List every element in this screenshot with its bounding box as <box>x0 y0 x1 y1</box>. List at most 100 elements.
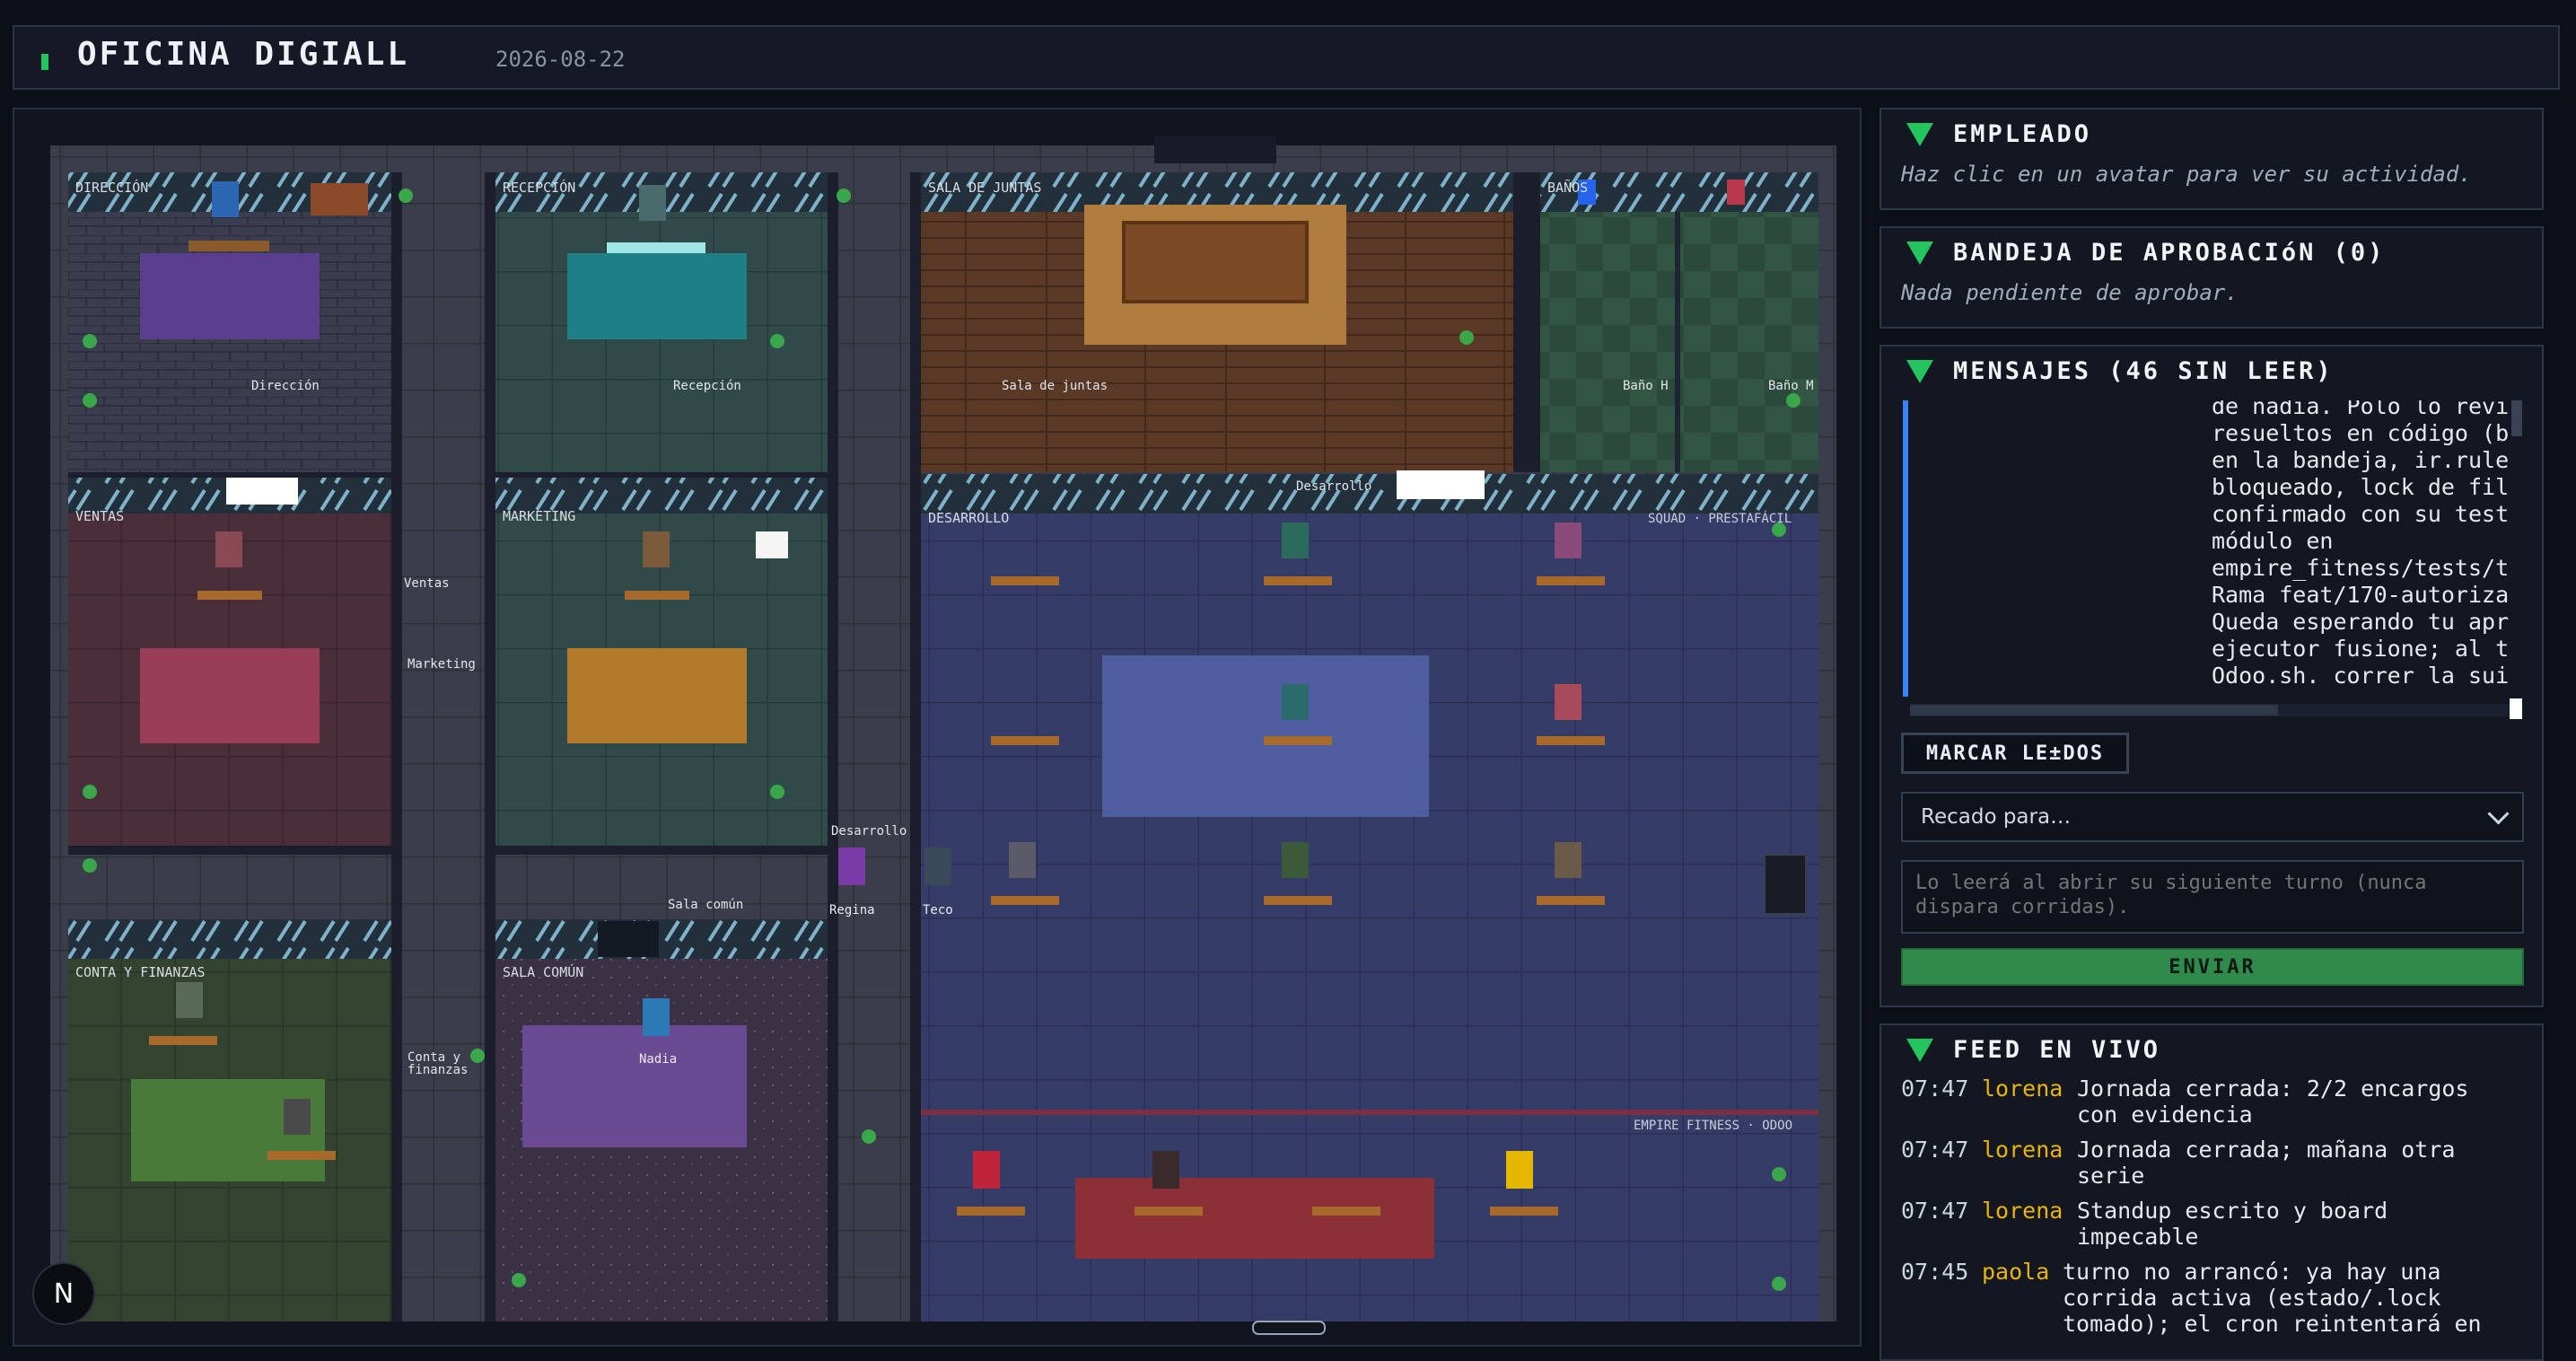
avatar[interactable] <box>1282 522 1309 558</box>
room-label: SALA COMÚN <box>503 963 583 980</box>
horizontal-scroll-thumb[interactable] <box>1910 705 2278 716</box>
door-sign: Sala de juntas <box>1002 379 1108 393</box>
empleado-header[interactable]: EMPLEADO <box>1906 120 2091 148</box>
feed-author[interactable]: paola <box>1982 1259 2049 1285</box>
room-label: DESARROLLO <box>928 510 1009 526</box>
page-title: OFICINA DIGIALL <box>77 36 410 73</box>
title-bar: OFICINA DIGIALL 2026-08-22 <box>13 25 2560 90</box>
avatar[interactable] <box>1555 842 1582 878</box>
office-map-canvas[interactable]: DIRECCIÓN RECEPCIÓN SALA DE JUNTAS BAÑOS… <box>14 110 1860 1345</box>
avatar[interactable] <box>284 1099 311 1135</box>
room-label: SALA DE JUNTAS <box>928 180 1041 196</box>
scroll-corner <box>2510 698 2522 719</box>
room-label: DIRECCIÓN <box>75 179 148 196</box>
room-ventas[interactable]: VENTAS <box>68 474 391 846</box>
feed-author[interactable]: lorena <box>1982 1137 2063 1163</box>
message-text: de nadia. Polo lo revi resueltos en códi… <box>2212 400 2510 689</box>
door-sign: Desarrollo <box>1296 479 1371 494</box>
empleado-panel: EMPLEADO Haz clic en un avatar para ver … <box>1879 108 2544 210</box>
collapse-triangle-icon[interactable] <box>1906 122 1933 146</box>
feed-time: 07:47 <box>1901 1198 1969 1224</box>
door-sign: Baño M <box>1768 379 1814 393</box>
room-banos[interactable]: BAÑOS <box>1540 172 1818 472</box>
room-direccion[interactable]: DIRECCIÓN <box>68 172 391 472</box>
avatar-nadia[interactable] <box>643 998 670 1036</box>
bandeja-header[interactable]: BANDEJA DE APROBACIóN (0) <box>1906 239 2385 267</box>
feed-message: Jornada cerrada; mañana otra serie <box>2077 1137 2456 1189</box>
panel-title: FEED EN VIVO <box>1953 1036 2161 1064</box>
mensajes-panel: MENSAJES (46 SIN LEER) de nadia. Polo lo… <box>1879 345 2544 1007</box>
room-label: BAÑOS <box>1547 179 1588 196</box>
door-sign: Ventas <box>404 576 450 591</box>
feed-time: 07:45 <box>1901 1259 1969 1285</box>
panel-title: BANDEJA DE APROBACIóN (0) <box>1953 239 2386 267</box>
office-map[interactable]: DIRECCIÓN RECEPCIÓN SALA DE JUNTAS BAÑOS… <box>13 108 1862 1347</box>
status-indicator <box>41 54 48 70</box>
avatar-teco[interactable] <box>924 847 951 885</box>
feed-panel: FEED EN VIVO 07:47 lorena Jornada cerrad… <box>1879 1023 2544 1361</box>
chevron-down-icon <box>2487 803 2510 825</box>
feed-author[interactable]: lorena <box>1982 1198 2063 1224</box>
avatar-regina[interactable] <box>838 847 865 885</box>
avatar-name: Regina <box>829 903 875 918</box>
avatar[interactable] <box>1506 1151 1533 1189</box>
avatar[interactable] <box>1555 684 1582 720</box>
bandeja-panel: BANDEJA DE APROBACIóN (0) Nada pendiente… <box>1879 226 2544 329</box>
door-sign: Baño H <box>1623 379 1669 393</box>
door-sign: Desarrollo <box>831 824 907 839</box>
door-sign: Sala común <box>668 898 743 912</box>
avatar-name: Nadia <box>639 1052 677 1067</box>
collapse-triangle-icon[interactable] <box>1906 359 1933 383</box>
send-button[interactable]: ENVIAR <box>1901 948 2524 986</box>
feed-author[interactable]: lorena <box>1982 1076 2063 1102</box>
vertical-scroll-thumb[interactable] <box>2511 400 2522 436</box>
door-sign: Dirección <box>251 379 320 393</box>
avatar[interactable] <box>1152 1151 1179 1189</box>
collapse-triangle-icon[interactable] <box>1906 241 1933 265</box>
room-label: CONTA Y FINANZAS <box>75 964 206 980</box>
bandeja-hint: Nada pendiente de aprobar. <box>1901 280 2239 305</box>
empleado-hint: Haz clic en un avatar para ver su activi… <box>1901 162 2472 187</box>
room-conta-finanzas[interactable]: CONTA Y FINANZAS <box>68 919 391 1321</box>
room-label: MARKETING <box>503 508 575 524</box>
avatar[interactable] <box>1009 842 1036 878</box>
panel-title: EMPLEADO <box>1953 120 2092 148</box>
sidebar: EMPLEADO Haz clic en un avatar para ver … <box>1879 108 2544 1361</box>
recipient-select[interactable]: Recado para… <box>1901 792 2524 842</box>
collapse-triangle-icon[interactable] <box>1906 1038 1933 1062</box>
recipient-select-value: Recado para… <box>1921 805 2072 829</box>
avatar[interactable] <box>212 181 239 217</box>
panel-title: MENSAJES (46 SIN LEER) <box>1953 357 2334 385</box>
feed-time: 07:47 <box>1901 1076 1969 1102</box>
feed-header[interactable]: FEED EN VIVO <box>1906 1036 2160 1064</box>
feed-message: Jornada cerrada: 2/2 encargos con eviden… <box>2077 1076 2469 1128</box>
avatar[interactable] <box>639 185 666 221</box>
page-date: 2026-08-22 <box>495 47 626 72</box>
message-accent-bar <box>1903 400 1908 697</box>
avatar[interactable] <box>973 1151 1000 1189</box>
door-sign: Recepción <box>673 379 741 393</box>
squad-label: SQUAD · PRESTAFÁCIL <box>1648 511 1792 526</box>
mark-read-button[interactable]: MARCAR LE±DOS <box>1901 733 2129 774</box>
message-view[interactable]: de nadia. Polo lo revi resueltos en códi… <box>1903 400 2522 719</box>
avatar[interactable] <box>1282 684 1309 720</box>
avatar[interactable] <box>1282 842 1309 878</box>
avatar[interactable] <box>643 531 670 567</box>
room-label: RECEPCIÓN <box>503 179 575 196</box>
avatar[interactable] <box>215 531 242 567</box>
user-badge[interactable]: N <box>32 1262 95 1325</box>
mensajes-header[interactable]: MENSAJES (46 SIN LEER) <box>1906 357 2334 385</box>
squad-label: EMPIRE FITNESS · ODOO <box>1634 1119 1792 1133</box>
feed-time: 07:47 <box>1901 1137 1969 1163</box>
door-sign: Marketing <box>407 657 476 672</box>
avatar[interactable] <box>176 982 203 1018</box>
room-sala-comun[interactable]: SALA COMÚN <box>495 919 828 1321</box>
room-label: VENTAS <box>75 508 124 524</box>
feed-message: turno no arrancó: ya hay una corrida act… <box>2063 1259 2482 1337</box>
note-input[interactable] <box>1901 860 2524 934</box>
avatar[interactable] <box>1555 522 1582 558</box>
avatar-name: Teco <box>923 903 953 918</box>
room-sala-de-juntas[interactable]: SALA DE JUNTAS <box>921 136 1513 472</box>
door-sign: finanzas <box>407 1063 468 1077</box>
feed-message: Standup escrito y board impecable <box>2077 1198 2388 1250</box>
